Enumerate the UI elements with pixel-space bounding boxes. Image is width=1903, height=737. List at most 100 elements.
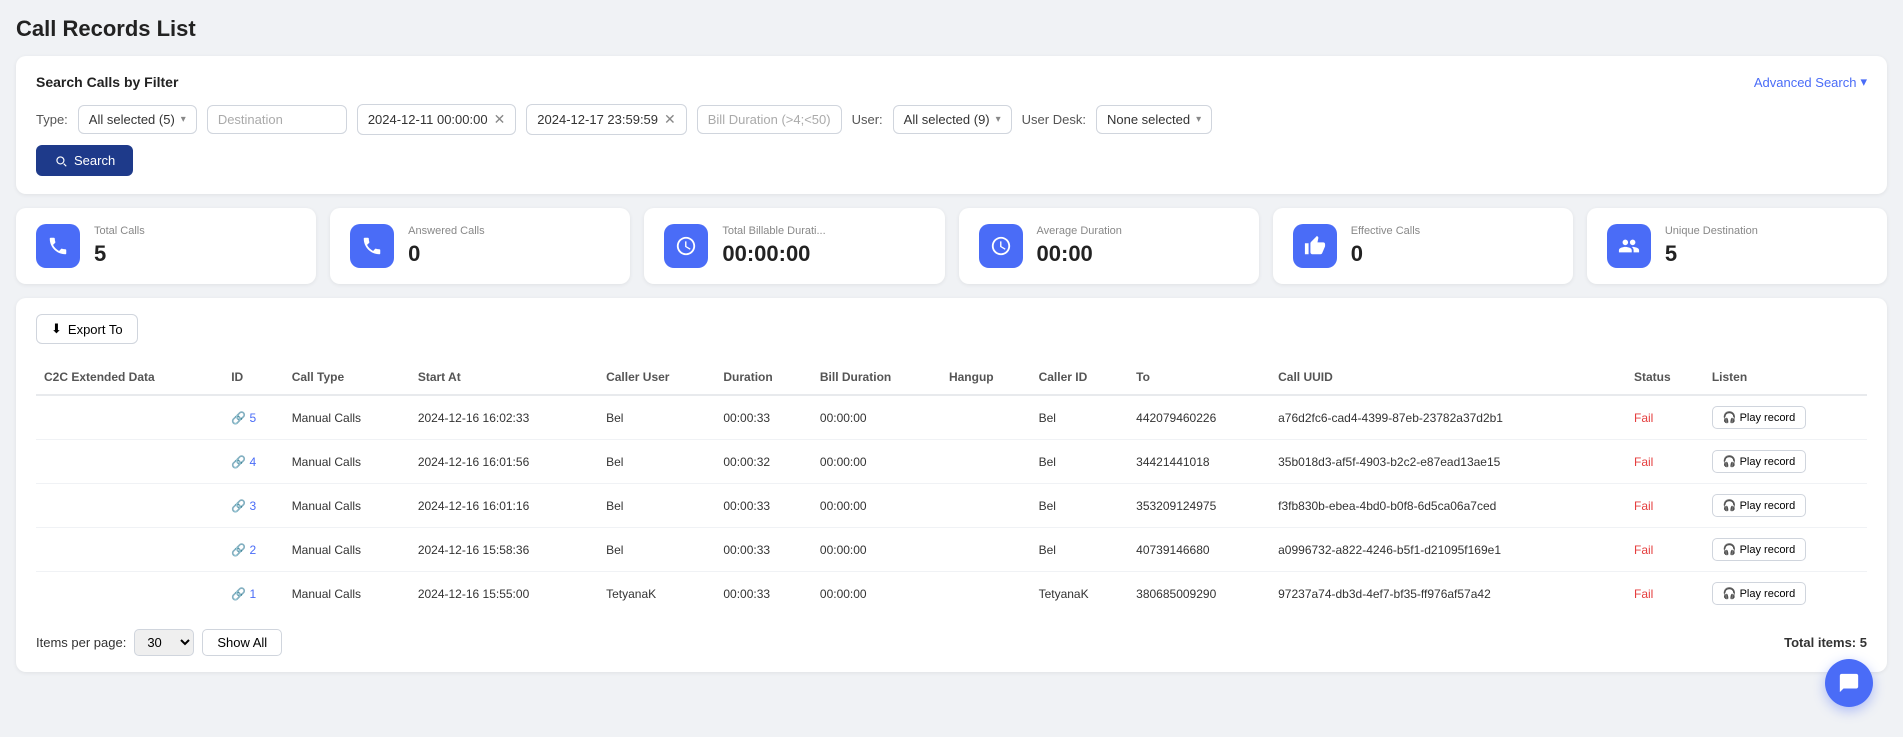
- type-dropdown[interactable]: All selected (5) ▾: [78, 105, 197, 134]
- cell-hangup: [941, 528, 1031, 572]
- pagination-row: Items per page: 30 50 100 Show All Total…: [36, 629, 1867, 656]
- average-duration-label: Average Duration: [1037, 225, 1122, 237]
- play-record-button[interactable]: 🎧 Play record: [1712, 494, 1806, 517]
- table-body: 🔗 5Manual Calls2024-12-16 16:02:33Bel00:…: [36, 395, 1867, 615]
- user-desk-label: User Desk:: [1022, 112, 1086, 127]
- unique-destination-label: Unique Destination: [1665, 225, 1758, 237]
- total-calls-label: Total Calls: [94, 225, 145, 237]
- cell-call-type: Manual Calls: [284, 440, 410, 484]
- link-icon[interactable]: 🔗 3: [231, 499, 276, 513]
- col-caller-user: Caller User: [598, 360, 715, 395]
- cell-c2c: [36, 572, 223, 616]
- answered-calls-label: Answered Calls: [408, 225, 484, 237]
- cell-id: 🔗 5: [223, 395, 284, 440]
- cell-caller-user: Bel: [598, 395, 715, 440]
- col-status: Status: [1626, 360, 1704, 395]
- cell-listen: 🎧 Play record: [1704, 572, 1867, 616]
- link-icon[interactable]: 🔗 1: [231, 587, 276, 601]
- cell-c2c: [36, 440, 223, 484]
- cell-duration: 00:00:32: [715, 440, 812, 484]
- cell-duration: 00:00:33: [715, 572, 812, 616]
- stat-total-billable: Total Billable Durati... 00:00:00: [644, 208, 944, 284]
- cell-start-at: 2024-12-16 15:58:36: [410, 528, 598, 572]
- bill-duration-input[interactable]: Bill Duration (>4;<50): [697, 105, 842, 134]
- status-badge: Fail: [1634, 455, 1653, 469]
- items-per-page-select[interactable]: 30 50 100: [134, 629, 194, 656]
- cell-bill-duration: 00:00:00: [812, 528, 941, 572]
- stat-icon-timer-billable: [664, 224, 708, 268]
- status-badge: Fail: [1634, 587, 1653, 601]
- col-bill-duration: Bill Duration: [812, 360, 941, 395]
- fab-button[interactable]: [1825, 659, 1873, 707]
- stat-icon-people: [1607, 224, 1651, 268]
- destination-input[interactable]: Destination: [207, 105, 347, 134]
- cell-hangup: [941, 572, 1031, 616]
- col-to: To: [1128, 360, 1270, 395]
- stats-row: Total Calls 5 Answered Calls 0 Total Bil…: [16, 208, 1887, 284]
- cell-listen: 🎧 Play record: [1704, 440, 1867, 484]
- date-from-input[interactable]: 2024-12-11 00:00:00 ✕: [357, 104, 516, 135]
- status-badge: Fail: [1634, 499, 1653, 513]
- cell-duration: 00:00:33: [715, 395, 812, 440]
- cell-call-uuid: a0996732-a822-4246-b5f1-d21095f169e1: [1270, 528, 1626, 572]
- cell-hangup: [941, 484, 1031, 528]
- advanced-search-button[interactable]: Advanced Search ▾: [1754, 74, 1867, 90]
- play-record-button[interactable]: 🎧 Play record: [1712, 406, 1806, 429]
- user-dropdown[interactable]: All selected (9) ▾: [893, 105, 1012, 134]
- stat-icon-timer-avg: [979, 224, 1023, 268]
- cell-id: 🔗 4: [223, 440, 284, 484]
- export-icon: ⬇: [51, 321, 62, 337]
- answered-calls-value: 0: [408, 241, 484, 267]
- show-all-button[interactable]: Show All: [202, 629, 282, 656]
- chevron-down-icon: ▾: [181, 114, 186, 125]
- play-record-button[interactable]: 🎧 Play record: [1712, 450, 1806, 473]
- cell-bill-duration: 00:00:00: [812, 484, 941, 528]
- status-badge: Fail: [1634, 411, 1653, 425]
- link-icon[interactable]: 🔗 4: [231, 455, 276, 469]
- cell-listen: 🎧 Play record: [1704, 395, 1867, 440]
- page-title: Call Records List: [16, 16, 1887, 42]
- cell-listen: 🎧 Play record: [1704, 528, 1867, 572]
- stat-total-calls: Total Calls 5: [16, 208, 316, 284]
- total-billable-value: 00:00:00: [722, 241, 825, 267]
- play-record-button[interactable]: 🎧 Play record: [1712, 582, 1806, 605]
- clear-date-from-icon[interactable]: ✕: [494, 111, 506, 128]
- cell-caller-id: Bel: [1031, 528, 1129, 572]
- cell-to: 40739146680: [1128, 528, 1270, 572]
- cell-id: 🔗 2: [223, 528, 284, 572]
- table-row: 🔗 3Manual Calls2024-12-16 16:01:16Bel00:…: [36, 484, 1867, 528]
- table-header: C2C Extended Data ID Call Type Start At …: [36, 360, 1867, 395]
- cell-status: Fail: [1626, 528, 1704, 572]
- col-call-uuid: Call UUID: [1270, 360, 1626, 395]
- clear-date-to-icon[interactable]: ✕: [664, 111, 676, 128]
- cell-caller-user: Bel: [598, 440, 715, 484]
- stat-icon-phone-answered: [350, 224, 394, 268]
- filter-header: Search Calls by Filter Advanced Search ▾: [36, 74, 1867, 90]
- cell-caller-id: Bel: [1031, 395, 1129, 440]
- cell-id: 🔗 1: [223, 572, 284, 616]
- export-button[interactable]: ⬇ Export To: [36, 314, 138, 344]
- link-icon[interactable]: 🔗 2: [231, 543, 276, 557]
- col-duration: Duration: [715, 360, 812, 395]
- cell-status: Fail: [1626, 484, 1704, 528]
- total-calls-value: 5: [94, 241, 145, 267]
- user-desk-dropdown[interactable]: None selected ▾: [1096, 105, 1212, 134]
- records-table: C2C Extended Data ID Call Type Start At …: [36, 360, 1867, 615]
- filter-card: Search Calls by Filter Advanced Search ▾…: [16, 56, 1887, 194]
- link-icon[interactable]: 🔗 5: [231, 411, 276, 425]
- effective-calls-label: Effective Calls: [1351, 225, 1421, 237]
- total-items: Total items: 5: [1784, 635, 1867, 650]
- date-to-input[interactable]: 2024-12-17 23:59:59 ✕: [526, 104, 686, 135]
- effective-calls-value: 0: [1351, 241, 1421, 267]
- search-button[interactable]: Search: [36, 145, 133, 176]
- col-c2c: C2C Extended Data: [36, 360, 223, 395]
- cell-duration: 00:00:33: [715, 484, 812, 528]
- table-row: 🔗 4Manual Calls2024-12-16 16:01:56Bel00:…: [36, 440, 1867, 484]
- cell-status: Fail: [1626, 440, 1704, 484]
- cell-c2c: [36, 484, 223, 528]
- play-record-button[interactable]: 🎧 Play record: [1712, 538, 1806, 561]
- cell-to: 380685009290: [1128, 572, 1270, 616]
- cell-caller-user: TetyanaK: [598, 572, 715, 616]
- cell-hangup: [941, 440, 1031, 484]
- filter-row: Type: All selected (5) ▾ Destination 202…: [36, 104, 1867, 135]
